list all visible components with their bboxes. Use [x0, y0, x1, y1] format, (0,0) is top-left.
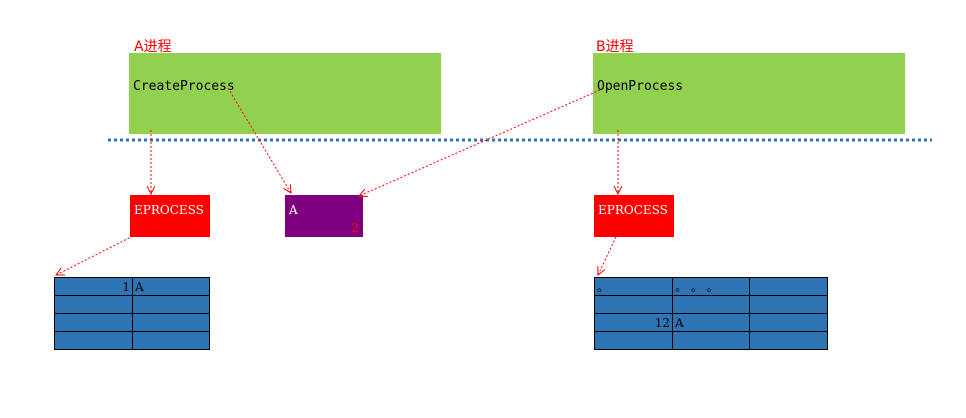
- arrow-eprocess-a-to-table: [56, 235, 134, 275]
- connector-overlay: [0, 87, 932, 418]
- arrow-createprocess-to-object: [227, 87, 291, 193]
- arrow-eprocess-b-to-table: [598, 236, 617, 275]
- arrow-openprocess-to-object: [359, 89, 601, 196]
